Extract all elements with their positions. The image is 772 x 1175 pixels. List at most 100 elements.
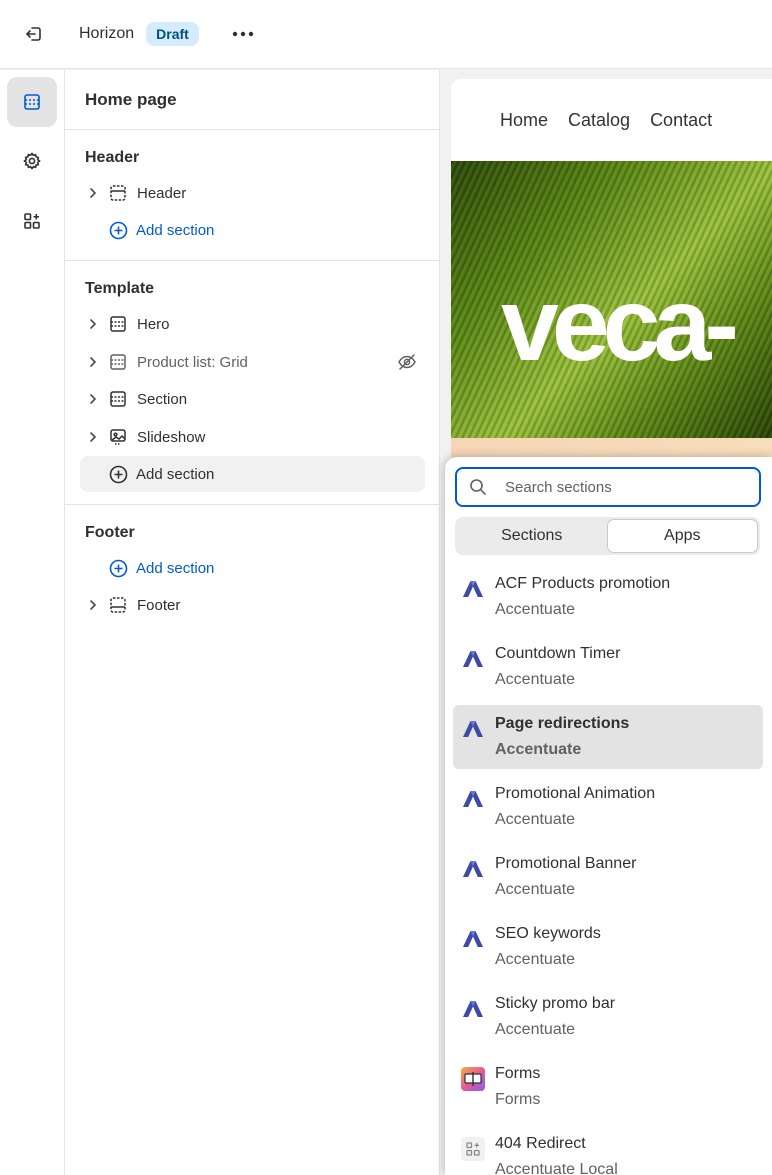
app-name: Countdown Timer — [495, 645, 621, 662]
section-icon — [108, 389, 128, 409]
app-name: ACF Products promotion — [495, 575, 671, 592]
app-name: SEO keywords — [495, 925, 601, 942]
footer-section-icon — [108, 595, 128, 615]
app-vendor: Accentuate — [495, 881, 576, 898]
search-icon — [469, 478, 489, 496]
page-title: Home page — [85, 90, 177, 109]
app-name: Page redirections — [495, 715, 630, 732]
group-title-footer: Footer — [85, 524, 135, 541]
accentuate-logo — [461, 857, 485, 881]
divider — [65, 504, 440, 505]
rail-settings-button[interactable] — [7, 136, 57, 186]
add-section-label: Add section — [136, 221, 215, 239]
forms-logo — [461, 1067, 485, 1091]
preview-nav: Home Catalog Contact — [451, 79, 772, 161]
hero-heading: veca- — [501, 267, 739, 383]
accentuate-logo — [461, 997, 485, 1021]
app-vendor: Forms — [495, 1091, 541, 1108]
section-label: Product list: Grid — [137, 353, 248, 371]
app-name: 404 Redirect — [495, 1135, 586, 1152]
picker-tabs: Sections Apps — [455, 517, 760, 555]
left-rail — [0, 70, 65, 1175]
add-section-label: Add section — [136, 559, 215, 577]
app-list-item[interactable]: Promotional Animation Accentuate — [453, 775, 763, 839]
section-row-header[interactable]: Header — [80, 175, 425, 211]
app-vendor: Accentuate — [495, 1021, 576, 1038]
top-bar: Horizon Draft — [0, 0, 772, 69]
sections-icon — [24, 94, 40, 110]
accentuate-logo — [461, 647, 485, 671]
section-label: Footer — [137, 596, 181, 614]
app-list-item[interactable]: Promotional Banner Accentuate — [453, 845, 763, 909]
app-vendor: Accentuate — [495, 601, 576, 618]
more-actions-button[interactable] — [227, 18, 259, 50]
nav-link-contact[interactable]: Contact — [650, 110, 712, 131]
add-section-button-header[interactable]: Add section — [80, 212, 425, 248]
tab-sections[interactable]: Sections — [457, 519, 607, 553]
section-row-hero[interactable]: Hero — [80, 306, 425, 342]
section-picker-popover: Sections Apps ACF Products promotion Acce… — [445, 457, 772, 1175]
accentuate-logo — [461, 787, 485, 811]
section-label: Section — [137, 390, 188, 408]
app-list-item[interactable]: 404 Redirect Accentuate Local — [453, 1125, 763, 1175]
chevron-right-icon[interactable] — [80, 393, 106, 405]
chevron-right-icon[interactable] — [80, 318, 106, 330]
more-horizontal-icon — [232, 31, 254, 37]
app-vendor: Accentuate — [495, 741, 582, 758]
tab-apps[interactable]: Apps — [606, 519, 758, 553]
app-list-item[interactable]: Page redirections Accentuate — [453, 705, 763, 769]
accentuate-logo — [461, 577, 485, 601]
app-list-item[interactable]: Forms Forms — [453, 1055, 763, 1119]
hero-image[interactable]: veca- — [451, 161, 772, 438]
add-section-label: Add section — [136, 465, 215, 483]
status-badge: Draft — [146, 22, 199, 46]
theme-name: Horizon — [79, 25, 135, 42]
apps-icon — [24, 213, 40, 229]
nav-link-catalog[interactable]: Catalog — [568, 110, 630, 131]
app-blocks-logo — [461, 1137, 485, 1161]
app-list-item[interactable]: SEO keywords Accentuate — [453, 915, 763, 979]
app-list-item[interactable]: Sticky promo bar Accentuate — [453, 985, 763, 1049]
section-row-footer[interactable]: Footer — [80, 587, 425, 623]
add-section-button-footer[interactable]: Add section — [80, 550, 425, 586]
search-input[interactable] — [505, 478, 745, 496]
app-vendor: Accentuate — [495, 671, 576, 688]
app-vendor: Accentuate — [495, 951, 576, 968]
app-vendor: Accentuate Local — [495, 1161, 618, 1175]
section-label: Header — [137, 184, 187, 202]
rail-apps-button[interactable] — [7, 196, 57, 246]
section-row-slideshow[interactable]: Slideshow — [80, 419, 425, 455]
rail-sections-button[interactable] — [7, 77, 57, 127]
app-name: Promotional Banner — [495, 855, 637, 872]
exit-icon — [26, 27, 41, 41]
plus-circle-icon — [108, 464, 128, 484]
exit-button[interactable] — [15, 15, 53, 53]
plus-circle-icon — [108, 558, 128, 578]
header-section-icon — [108, 183, 128, 203]
accentuate-logo — [461, 717, 485, 741]
nav-link-home[interactable]: Home — [500, 110, 548, 131]
plus-circle-icon — [108, 220, 128, 240]
sections-sidebar: Home page Header Header Add section Temp… — [65, 70, 440, 1175]
section-label: Slideshow — [137, 428, 206, 446]
app-list-item[interactable]: Countdown Timer Accentuate — [453, 635, 763, 699]
app-name: Sticky promo bar — [495, 995, 616, 1012]
add-section-button-template[interactable]: Add section — [80, 456, 425, 492]
section-row-section[interactable]: Section — [80, 381, 425, 417]
section-row-product-list[interactable]: Product list: Grid — [80, 344, 425, 380]
eye-hidden-icon[interactable] — [397, 352, 417, 377]
section-label: Hero — [137, 315, 170, 333]
chevron-right-icon[interactable] — [80, 431, 106, 443]
divider — [65, 129, 440, 130]
section-icon — [108, 314, 128, 334]
app-vendor: Accentuate — [495, 811, 576, 828]
app-name: Forms — [495, 1065, 541, 1082]
search-field[interactable] — [455, 467, 761, 507]
chevron-right-icon[interactable] — [80, 187, 106, 199]
chevron-right-icon[interactable] — [80, 599, 106, 611]
gear-icon — [23, 152, 41, 170]
slideshow-icon — [108, 427, 128, 447]
app-list-item[interactable]: ACF Products promotion Accentuate — [453, 565, 763, 629]
divider — [65, 260, 440, 261]
chevron-right-icon[interactable] — [80, 356, 106, 368]
